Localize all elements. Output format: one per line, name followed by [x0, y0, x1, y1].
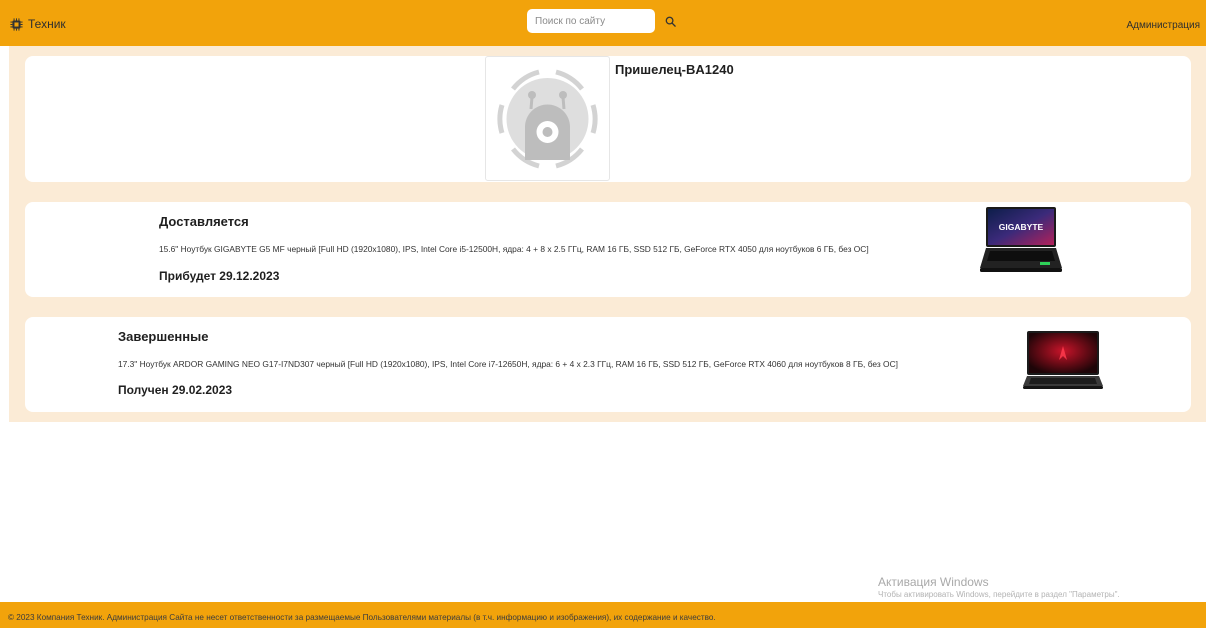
order-card: Завершенные 17.3" Ноутбук ARDOR GAMING N… [25, 317, 1191, 412]
alien-avatar-icon [497, 69, 598, 169]
order-description[interactable]: 15.6" Ноутбук GIGABYTE G5 MF черный [Ful… [159, 244, 869, 254]
profile-content: Пришелец-BA1240 Доставляется 15.6" Ноутб… [9, 46, 1206, 422]
search-icon [665, 16, 676, 27]
admin-link[interactable]: Администрация [1126, 20, 1200, 31]
top-navbar: Техник Администрация [0, 0, 1206, 46]
username: Пришелец-BA1240 [615, 62, 734, 77]
windows-activation-title: Активация Windows [878, 575, 989, 589]
search-form [527, 9, 679, 33]
order-date: Получен 29.02.2023 [118, 383, 233, 397]
order-status: Завершенные [118, 329, 209, 344]
gigabyte-logo-text: GIGABYTE [999, 222, 1044, 232]
profile-card: Пришелец-BA1240 [25, 56, 1191, 182]
footer-text: © 2023 Компания Техник. Администрация Са… [8, 613, 716, 622]
chip-icon [10, 17, 23, 31]
search-input[interactable] [527, 9, 655, 33]
brand-link[interactable]: Техник [10, 17, 66, 31]
brand-label: Техник [28, 17, 66, 31]
footer: © 2023 Компания Техник. Администрация Са… [0, 602, 1206, 628]
order-status: Доставляется [159, 214, 249, 229]
laptop-ardor-image[interactable] [1023, 330, 1103, 390]
user-avatar [485, 56, 610, 181]
order-card: Доставляется 15.6" Ноутбук GIGABYTE G5 M… [25, 202, 1191, 297]
laptop-gigabyte-image[interactable]: GIGABYTE [980, 206, 1062, 274]
windows-activation-subtitle: Чтобы активировать Windows, перейдите в … [878, 590, 1120, 599]
order-description[interactable]: 17.3" Ноутбук ARDOR GAMING NEO G17-I7ND3… [118, 359, 898, 369]
search-button[interactable] [661, 12, 679, 30]
order-date: Прибудет 29.12.2023 [159, 269, 280, 283]
